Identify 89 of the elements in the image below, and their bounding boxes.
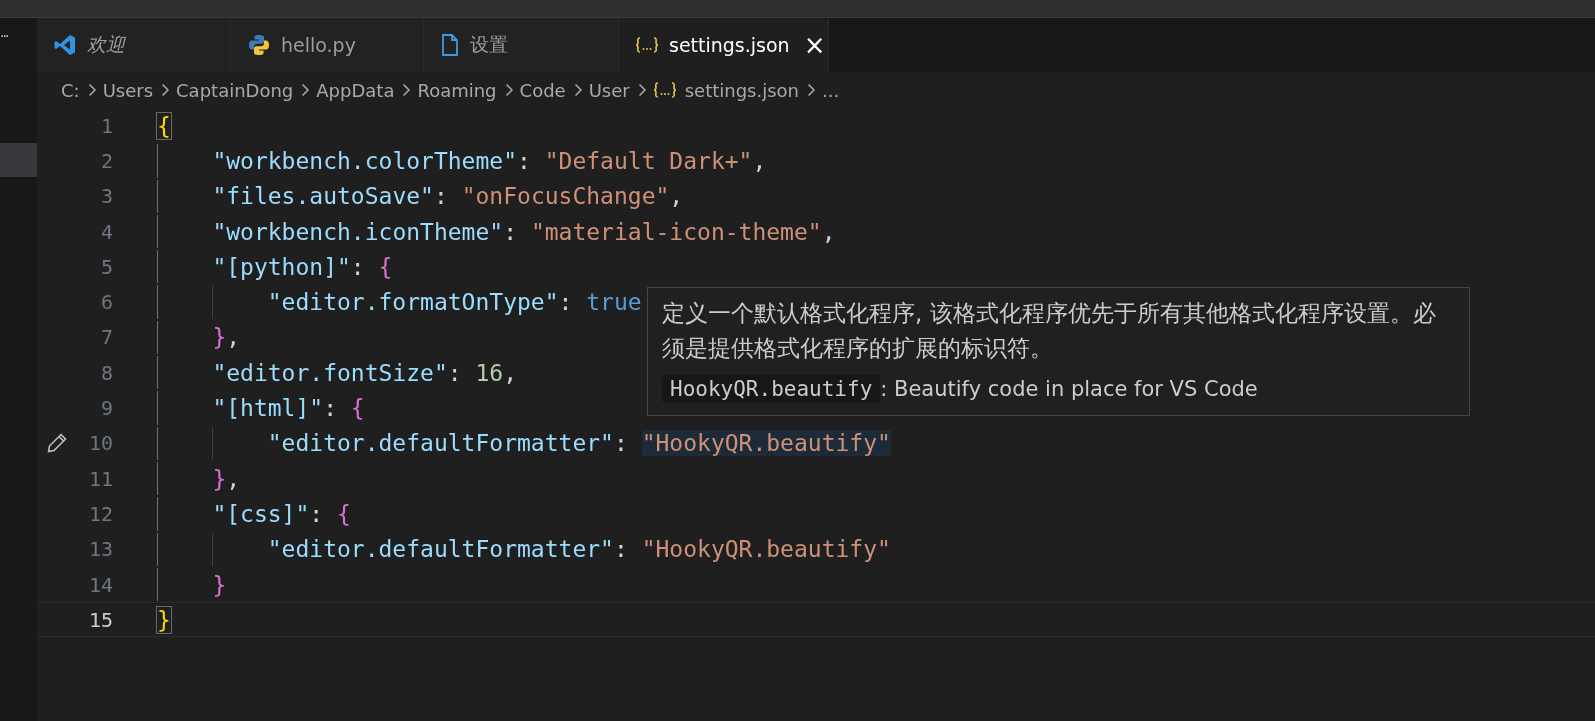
line-number: 15 — [87, 607, 113, 632]
code-token: { — [378, 253, 393, 280]
breadcrumb-item[interactable]: AppData — [316, 79, 395, 101]
editor-tab[interactable]: 设置 — [424, 18, 619, 72]
breadcrumb-item[interactable]: Users — [102, 79, 154, 101]
code-token: "HookyQR.beautify" — [641, 430, 891, 457]
line-number: 7 — [99, 325, 113, 350]
code-token: "workbench.colorTheme" — [212, 147, 517, 174]
code-token: "files.autoSave" — [212, 183, 434, 210]
editor-tab[interactable]: 欢迎 — [37, 18, 231, 72]
breadcrumb-item[interactable]: ... — [822, 79, 840, 101]
line-number: 9 — [99, 396, 113, 420]
code-token: : — [503, 218, 519, 245]
breadcrumb-item[interactable]: CaptainDong — [176, 79, 294, 101]
code-token: "[css]" — [212, 500, 310, 527]
code-token: } — [212, 465, 227, 492]
code-token: } — [212, 324, 227, 351]
line-number: 14 — [87, 572, 113, 597]
chevron-icon — [637, 83, 647, 97]
line-number: 8 — [99, 360, 113, 385]
code-token: "workbench.iconTheme" — [212, 218, 504, 245]
file-icon — [440, 33, 460, 57]
chevron-icon — [504, 83, 514, 97]
code-token: , — [752, 147, 767, 174]
more-actions[interactable]: ··· — [0, 18, 37, 143]
line-number: 6 — [99, 290, 113, 315]
code-token: , — [226, 324, 241, 351]
code-token: : — [309, 500, 325, 527]
chevron-icon — [402, 83, 412, 97]
code-token: "editor.fontSize" — [212, 359, 448, 386]
code-token: "HookyQR.beautify" — [641, 536, 891, 563]
code-token: : — [433, 183, 449, 210]
editor-tab[interactable]: hello.py — [231, 18, 424, 72]
extension-description: : Beautify code in place for VS Code — [880, 377, 1258, 401]
code-token: : — [613, 430, 629, 457]
setting-description: 定义一个默认格式化程序, 该格式化程序优先于所有其他格式化程序设置。必须是提供格式化程序的扩展的标识符。 — [662, 299, 1437, 363]
pencil-icon — [46, 432, 68, 455]
code-token: , — [821, 218, 836, 245]
code-token: "[html]" — [212, 395, 324, 421]
code-token: "onFocusChange" — [461, 183, 670, 210]
vscode-logo-icon — [53, 33, 77, 57]
chevron-icon — [807, 83, 816, 97]
code-token: : — [558, 289, 574, 316]
code-token: "Default Dark+" — [544, 147, 753, 174]
line-number: 12 — [87, 501, 113, 526]
code-token: 16 — [475, 359, 504, 386]
chevron-icon — [573, 83, 583, 97]
code-token: , — [503, 359, 518, 386]
breadcrumb-item[interactable]: Code — [519, 79, 566, 101]
active-item-highlight — [0, 143, 37, 177]
line-number: 4 — [99, 219, 113, 244]
code-token: : — [447, 359, 463, 386]
code-token: { — [157, 112, 171, 139]
code-token: , — [669, 183, 684, 210]
code-token: { — [337, 500, 351, 527]
line-number: 2 — [99, 148, 113, 173]
code-token: true — [586, 289, 642, 316]
code-token: "material-icon-theme" — [530, 218, 822, 245]
chevron-icon — [87, 83, 97, 97]
code-token: : — [613, 536, 629, 563]
line-number: 5 — [99, 254, 113, 279]
editor-tab[interactable]: settings.json × — [619, 18, 829, 72]
code-token: : — [323, 395, 338, 421]
breadcrumb-item[interactable]: settings.json — [684, 79, 799, 101]
breadcrumb-item[interactable]: Roaming — [417, 79, 497, 101]
line-number: 3 — [99, 184, 113, 209]
braces-icon — [652, 81, 677, 99]
code-token: "editor.defaultFormatter" — [267, 536, 614, 563]
extension-id: HookyQR.beautify — [662, 375, 881, 403]
line-number: 1 — [99, 113, 113, 138]
breadcrumb-item[interactable]: C: — [61, 79, 80, 101]
code-token: "editor.formatOnType" — [267, 289, 559, 316]
code-token: } — [212, 571, 227, 598]
code-token: "[python]" — [212, 253, 351, 280]
code-token: } — [157, 606, 171, 633]
chevron-icon — [301, 83, 311, 97]
code-token: { — [350, 395, 365, 421]
code-token: : — [350, 253, 366, 280]
close-icon[interactable]: × — [803, 32, 826, 58]
code-token: "editor.defaultFormatter" — [267, 430, 614, 457]
braces-icon — [635, 36, 659, 54]
chevron-icon — [161, 83, 171, 97]
breadcrumb-item[interactable]: User — [588, 79, 630, 101]
line-number: 11 — [87, 466, 113, 491]
python-icon — [247, 33, 271, 57]
code-token: : — [517, 147, 532, 174]
line-number: 13 — [87, 537, 113, 562]
code-token: , — [226, 465, 241, 492]
line-number: 10 — [87, 431, 113, 456]
